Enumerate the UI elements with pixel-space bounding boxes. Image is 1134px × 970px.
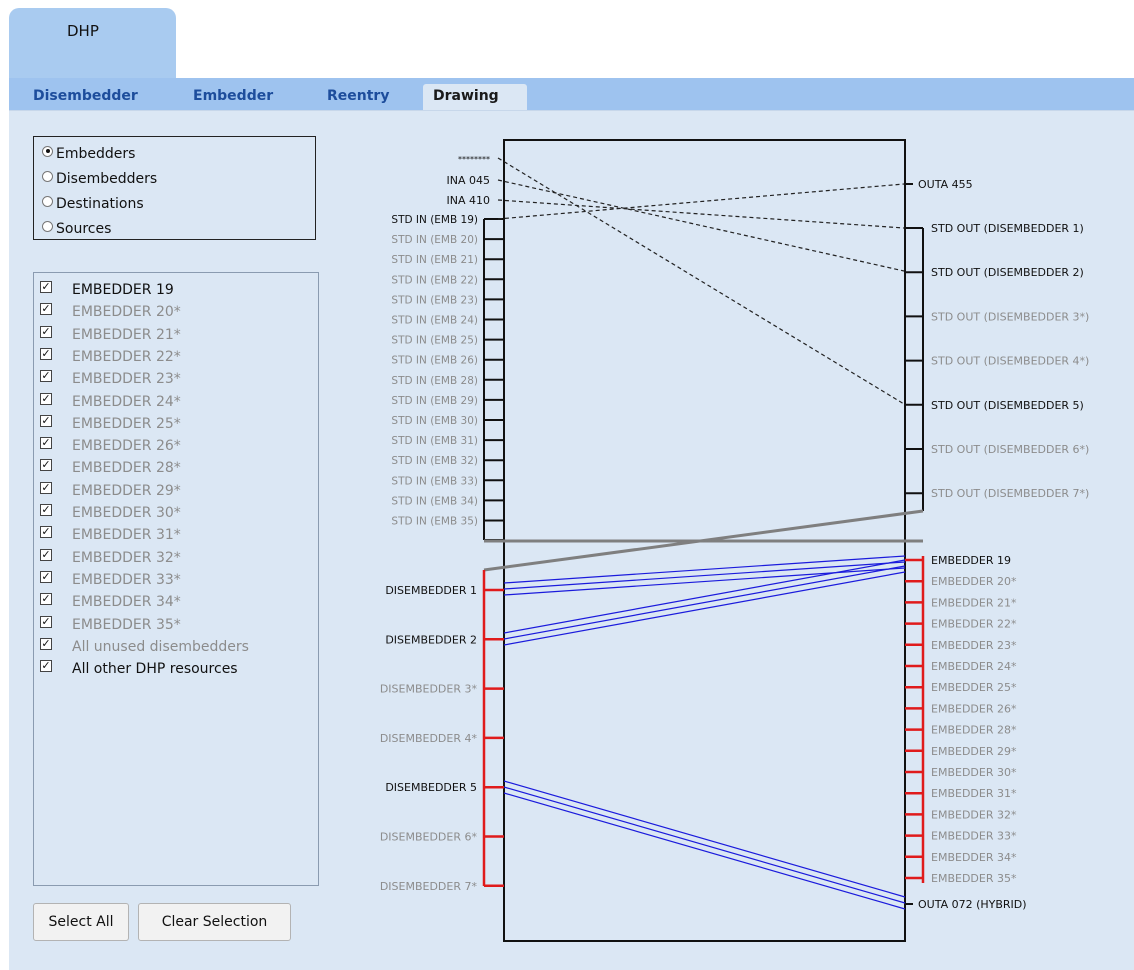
embedder-label: EMBEDDER 31*	[931, 787, 1017, 800]
embedder-label: EMBEDDER 20*	[931, 575, 1017, 588]
std-out-label: STD OUT (DISEMBEDDER 5)	[931, 399, 1084, 412]
embedder-label: EMBEDDER 34*	[931, 851, 1017, 864]
std-out-label: STD OUT (DISEMBEDDER 4*)	[931, 355, 1089, 368]
embedder-label: EMBEDDER 30*	[931, 766, 1017, 779]
blue-link	[503, 571, 906, 646]
std-in-label: STD IN (EMB 21)	[391, 254, 478, 266]
embedder-label: EMBEDDER 21*	[931, 596, 1017, 609]
std-out-label: STD OUT (DISEMBEDDER 7*)	[931, 487, 1089, 500]
embedder-label: EMBEDDER 35*	[931, 872, 1017, 885]
source-label: INA 410	[447, 194, 491, 207]
disembedder-label: DISEMBEDDER 2	[385, 633, 477, 646]
std-in-label: STD IN (EMB 25)	[391, 335, 478, 347]
blue-link	[503, 792, 906, 910]
embedder-label: EMBEDDER 25*	[931, 681, 1017, 694]
blue-link	[503, 567, 906, 596]
blue-link	[503, 559, 906, 634]
embedder-label: EMBEDDER 22*	[931, 618, 1017, 631]
disembedder-label: DISEMBEDDER 4*	[380, 732, 478, 745]
dashed-link	[497, 179, 905, 272]
embedder-label: EMBEDDER 33*	[931, 830, 1017, 843]
std-in-label: STD IN (EMB 32)	[391, 455, 478, 467]
std-in-label: STD IN (EMB 19)	[391, 214, 478, 226]
std-in-label: STD IN (EMB 34)	[391, 495, 478, 507]
std-in-label: STD IN (EMB 31)	[391, 435, 478, 447]
disembedder-label: DISEMBEDDER 1	[385, 584, 477, 597]
disembedder-label: DISEMBEDDER 6*	[380, 831, 478, 844]
std-in-label: STD IN (EMB 30)	[391, 415, 478, 427]
std-in-label: STD IN (EMB 23)	[391, 294, 478, 306]
blue-link	[503, 561, 906, 590]
embedder-label: EMBEDDER 24*	[931, 660, 1017, 673]
std-in-label: STD IN (EMB 29)	[391, 395, 478, 407]
std-out-label: STD OUT (DISEMBEDDER 6*)	[931, 443, 1089, 456]
std-out-label: STD OUT (DISEMBEDDER 3*)	[931, 310, 1089, 323]
std-out-label: STD OUT (DISEMBEDDER 1)	[931, 222, 1084, 235]
source-label: ********	[458, 155, 490, 164]
embedder-label: EMBEDDER 23*	[931, 639, 1017, 652]
std-in-label: STD IN (EMB 20)	[391, 234, 478, 246]
dashed-link	[497, 199, 905, 229]
std-out-label: STD OUT (DISEMBEDDER 2)	[931, 266, 1084, 279]
source-label: INA 045	[447, 174, 491, 187]
embedder-label: EMBEDDER 28*	[931, 724, 1017, 737]
std-in-label: STD IN (EMB 28)	[391, 375, 478, 387]
std-in-label: STD IN (EMB 24)	[391, 315, 478, 327]
std-in-label: STD IN (EMB 26)	[391, 355, 478, 367]
dashed-link	[497, 157, 905, 405]
routing-diagram: ******** INA 045 INA 410 STD IN (EMB 19) STD…	[380, 139, 1089, 942]
outa-bottom-label: OUTA 072 (HYBRID)	[918, 898, 1027, 911]
blue-link	[503, 786, 906, 904]
embedder-label: EMBEDDER 19	[931, 554, 1011, 567]
outa-top-label: OUTA 455	[918, 178, 973, 191]
disembedder-label: DISEMBEDDER 5	[385, 781, 477, 794]
embedder-label: EMBEDDER 32*	[931, 808, 1017, 821]
disembedder-label: DISEMBEDDER 3*	[380, 683, 478, 696]
embedder-label: EMBEDDER 29*	[931, 745, 1017, 758]
blue-link	[503, 780, 906, 898]
disembedder-label: DISEMBEDDER 7*	[380, 880, 478, 893]
std-in-label: STD IN (EMB 22)	[391, 274, 478, 286]
std-in-label: STD IN (EMB 33)	[391, 475, 478, 487]
std-in-label: STD IN (EMB 35)	[391, 516, 478, 528]
embedder-label: EMBEDDER 26*	[931, 702, 1017, 715]
blue-link	[503, 565, 906, 640]
